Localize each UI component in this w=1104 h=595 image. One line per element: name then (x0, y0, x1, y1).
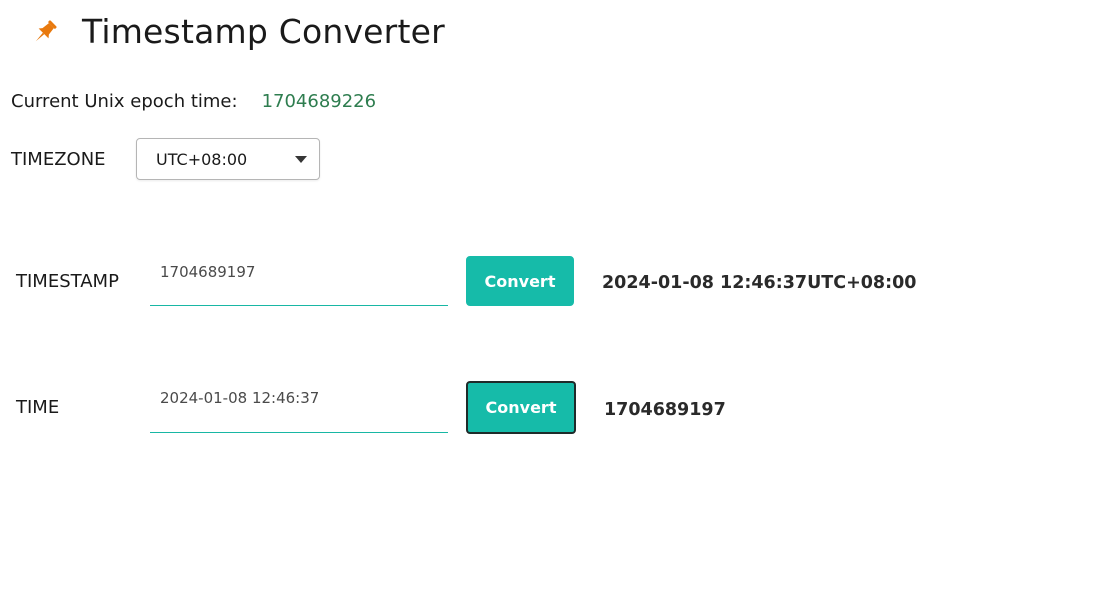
timezone-row: TIMEZONE UTC+08:00 (11, 138, 320, 180)
epoch-label: Current Unix epoch time: (11, 91, 238, 112)
convert-timestamp-button[interactable]: Convert (466, 256, 574, 306)
time-label: TIME (16, 397, 60, 418)
timezone-select[interactable]: UTC+08:00 (136, 138, 320, 180)
time-result: 1704689197 (604, 399, 726, 420)
timezone-label: TIMEZONE (11, 148, 106, 170)
epoch-value: 1704689226 (261, 91, 377, 112)
timestamp-result: 2024-01-08 12:46:37UTC+08:00 (602, 273, 917, 293)
timestamp-converter-page: Timestamp Converter Current Unix epoch t… (0, 0, 1104, 595)
page-title: Timestamp Converter (82, 12, 445, 51)
caret-down-icon (295, 155, 307, 163)
timezone-selected-value: UTC+08:00 (156, 149, 248, 169)
time-input[interactable] (150, 382, 448, 433)
time-to-timestamp-row: TIME Convert 1704689197 (16, 381, 726, 434)
convert-time-button[interactable]: Convert (466, 381, 576, 434)
timestamp-label: TIMESTAMP (16, 270, 119, 292)
timestamp-to-time-row: TIMESTAMP Convert 2024-01-08 12:46:37UTC… (16, 256, 916, 306)
timestamp-input[interactable] (150, 256, 448, 306)
current-epoch-row: Current Unix epoch time: 1704689226 (11, 91, 376, 112)
pushpin-icon (30, 17, 60, 47)
page-header: Timestamp Converter (30, 10, 445, 54)
